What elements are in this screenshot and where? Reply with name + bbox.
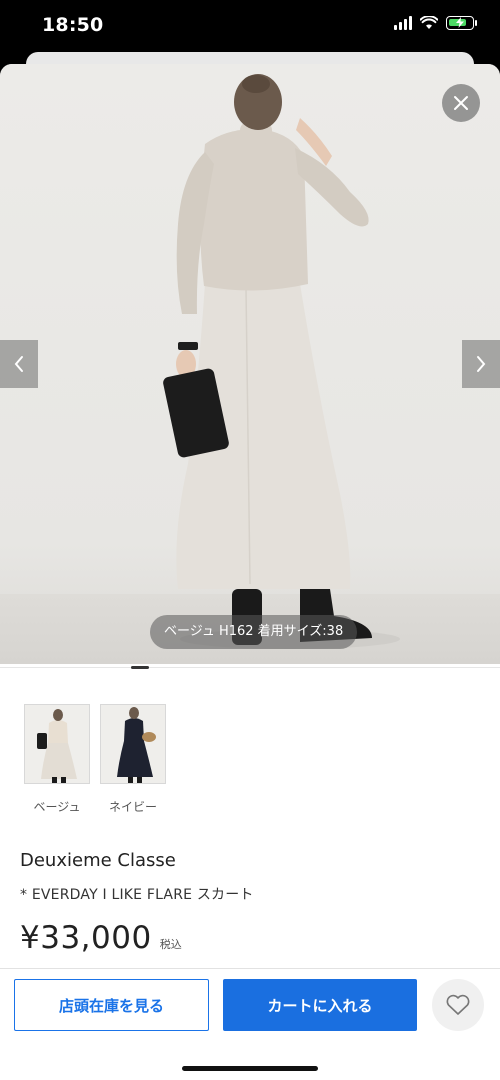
status-time: 18:50	[42, 14, 104, 36]
swatch-thumbnail[interactable]	[24, 704, 90, 784]
swatch-thumbnail[interactable]	[100, 704, 166, 784]
store-stock-button[interactable]: 店頭在庫を見る	[14, 979, 209, 1031]
add-to-cart-button[interactable]: カートに入れる	[223, 979, 417, 1031]
color-swatch-navy[interactable]: ネイビー	[100, 704, 166, 815]
status-icons	[394, 16, 477, 30]
wifi-icon	[420, 16, 438, 29]
swatch-label: ベージュ	[33, 800, 81, 814]
color-swatch-beige[interactable]: ベージュ	[24, 704, 90, 815]
image-page-indicator	[0, 666, 500, 671]
price: ¥33,000 税込	[20, 920, 182, 956]
chevron-left-icon	[14, 356, 23, 372]
previous-image-button[interactable]	[0, 340, 38, 388]
brand-name[interactable]: Deuxieme Classe	[20, 850, 176, 871]
favorite-button[interactable]	[432, 979, 484, 1031]
next-image-button[interactable]	[462, 340, 500, 388]
heart-icon	[446, 994, 470, 1015]
product-detail-sheet: ベージュ H162 着用サイズ:38 ベージュ ネイビー Deuxieme Cl…	[0, 64, 500, 1080]
product-photo[interactable]: ベージュ H162 着用サイズ:38	[0, 64, 500, 664]
swatch-label: ネイビー	[108, 800, 157, 814]
tax-label: 税込	[159, 938, 182, 951]
home-indicator	[182, 1066, 318, 1071]
price-value: ¥33,000	[20, 920, 152, 956]
bottom-action-bar: 店頭在庫を見る カートに入れる	[0, 968, 500, 1080]
photo-caption: ベージュ H162 着用サイズ:38	[150, 615, 358, 649]
color-swatches: ベージュ ネイビー	[24, 704, 166, 815]
model-illustration	[163, 74, 400, 649]
battery-charging-icon	[446, 16, 477, 30]
close-icon	[454, 96, 468, 110]
product-name: * EVERDAY I LIKE FLARE スカート	[20, 887, 254, 903]
signal-icon	[394, 16, 412, 30]
close-button[interactable]	[442, 84, 480, 122]
page-indicator-active	[131, 666, 149, 669]
status-bar: 18:50	[0, 0, 500, 56]
chevron-right-icon	[477, 356, 486, 372]
